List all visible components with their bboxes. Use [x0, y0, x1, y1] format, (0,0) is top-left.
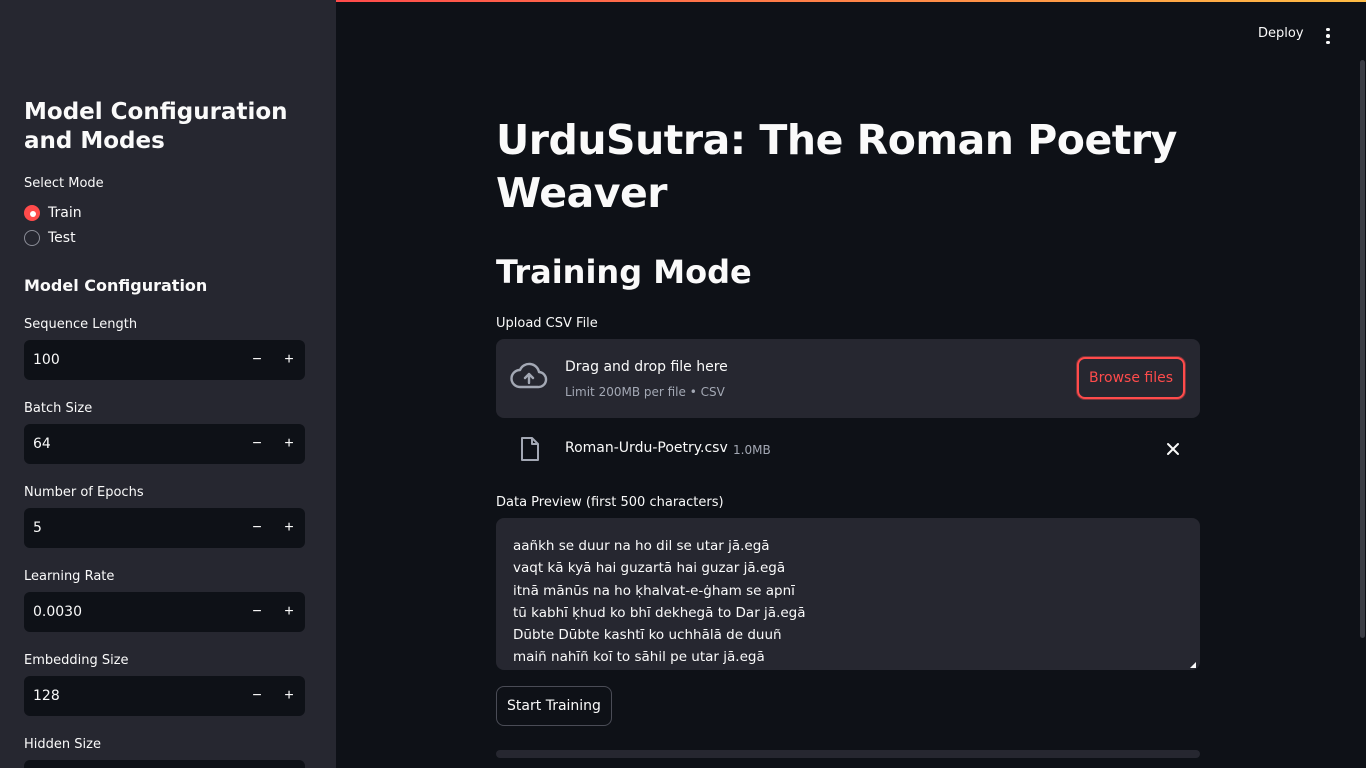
increment-button[interactable]: + [273, 508, 305, 548]
epochs-input: 5 − + [24, 508, 305, 548]
file-name: Roman-Urdu-Poetry.csv [565, 440, 728, 456]
learning-rate-input: 0.0030 − + [24, 592, 305, 632]
hidden-size-label: Hidden Size [24, 737, 101, 752]
radio-test[interactable]: Test [24, 230, 76, 246]
preview-line: aañkh se duur na ho dil se utar jā.egā [513, 538, 770, 554]
data-preview-textarea[interactable]: aañkh se duur na ho dil se utar jā.egā v… [496, 518, 1200, 670]
model-configuration-heading: Model Configuration [24, 276, 208, 295]
embedding-size-value[interactable]: 128 [24, 688, 241, 704]
sequence-length-label: Sequence Length [24, 317, 138, 332]
increment-button[interactable]: + [273, 592, 305, 632]
preview-line: vaqt kā kyā hai guzartā hai guzar jā.egā [513, 560, 786, 577]
close-icon[interactable] [1166, 440, 1180, 461]
preview-line: itnā mānūs na ho ḳhalvat-e-ġham se apnī [513, 582, 795, 599]
batch-size-value[interactable]: 64 [24, 436, 241, 452]
file-icon [520, 436, 540, 467]
embedding-size-label: Embedding Size [24, 653, 129, 668]
page-title: UrduSutra: The Roman Poetry Weaver [496, 116, 1177, 217]
epochs-label: Number of Epochs [24, 485, 144, 500]
decrement-button[interactable]: − [241, 676, 273, 716]
deploy-button[interactable]: Deploy [1248, 26, 1314, 46]
upload-label: Upload CSV File [496, 316, 598, 331]
radio-test-label: Test [48, 230, 76, 246]
increment-button[interactable]: + [273, 424, 305, 464]
radio-train[interactable]: Train [24, 205, 82, 221]
select-mode-label: Select Mode [24, 176, 104, 191]
resize-handle-icon[interactable] [1190, 662, 1196, 668]
learning-rate-label: Learning Rate [24, 569, 115, 584]
increment-button[interactable]: + [273, 676, 305, 716]
decrement-button[interactable]: − [241, 340, 273, 380]
embedding-size-input: 128 − + [24, 676, 305, 716]
start-training-button[interactable]: Start Training [496, 686, 612, 726]
batch-size-label: Batch Size [24, 401, 93, 416]
hidden-size-input[interactable] [24, 760, 305, 768]
radio-checked-icon [24, 205, 40, 221]
header-decoration [336, 0, 1366, 2]
browse-files-button[interactable]: Browse files [1077, 357, 1185, 399]
file-dropzone[interactable]: Drag and drop file here Limit 200MB per … [496, 339, 1200, 418]
learning-rate-value[interactable]: 0.0030 [24, 604, 241, 620]
file-size: 1.0MB [733, 443, 771, 457]
decrement-button[interactable]: − [241, 508, 273, 548]
progress-area [496, 750, 1200, 758]
epochs-value[interactable]: 5 [24, 520, 241, 536]
more-options-icon[interactable] [1316, 26, 1340, 46]
sequence-length-value[interactable]: 100 [24, 352, 241, 368]
radio-unchecked-icon [24, 230, 40, 246]
increment-button[interactable]: + [273, 340, 305, 380]
batch-size-input: 64 − + [24, 424, 305, 464]
scrollbar[interactable] [1360, 60, 1365, 638]
section-title: Training Mode [496, 253, 752, 291]
cloud-upload-icon [510, 361, 548, 396]
radio-train-label: Train [48, 205, 82, 221]
decrement-button[interactable]: − [241, 592, 273, 632]
preview-line: maiñ nahīñ koī to sāhil pe utar jā.egā [513, 649, 765, 666]
dropzone-title: Drag and drop file here [565, 359, 728, 375]
decrement-button[interactable]: − [241, 424, 273, 464]
preview-line: tū kabhī ḳhud ko bhī dekhegā to Dar jā.e… [513, 604, 806, 621]
sidebar-title: Model Configuration and Modes [24, 99, 288, 154]
dropzone-limit: Limit 200MB per file • CSV [565, 385, 725, 399]
preview-line: Dūbte Dūbte kashtī ko uchhālā de duuñ [513, 627, 782, 644]
sequence-length-input: 100 − + [24, 340, 305, 380]
sidebar: Model Configuration and Modes Select Mod… [0, 0, 336, 768]
preview-label: Data Preview (first 500 characters) [496, 495, 724, 510]
uploaded-file: Roman-Urdu-Poetry.csv 1.0MB [496, 432, 1200, 468]
